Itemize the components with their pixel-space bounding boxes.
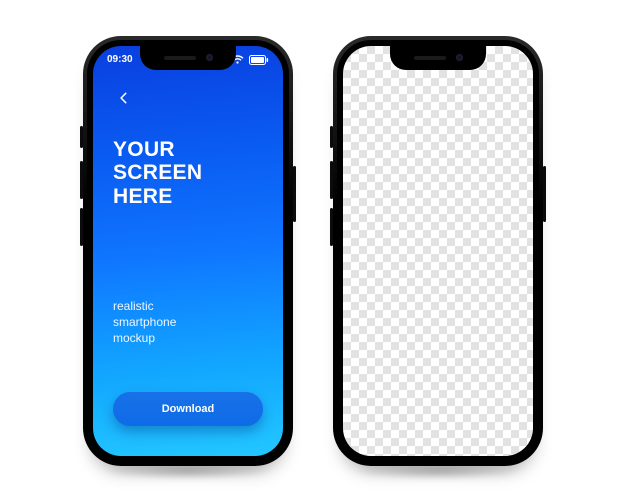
phone-screen-left: 09:30 — [93, 46, 283, 456]
power-button — [293, 166, 296, 222]
headline-line-2: SCREEN — [113, 161, 263, 185]
headline-line-3: HERE — [113, 185, 263, 209]
volume-up-button — [80, 161, 83, 199]
notch — [390, 46, 486, 70]
headline-line-1: YOUR — [113, 138, 263, 162]
cta-row: Download — [113, 392, 263, 434]
subtitle-block: realistic smartphone mockup — [113, 298, 263, 347]
download-button[interactable]: Download — [113, 392, 263, 426]
status-time: 09:30 — [107, 54, 133, 65]
screen-content: YOUR SCREEN HERE realistic smartphone mo… — [93, 46, 283, 456]
battery-icon — [249, 55, 269, 65]
mute-switch — [330, 126, 333, 148]
front-camera-icon — [206, 54, 213, 61]
chevron-left-icon — [117, 91, 131, 105]
phone-screen-right — [343, 46, 533, 456]
front-camera-icon — [456, 54, 463, 61]
volume-down-button — [330, 208, 333, 246]
phone-right — [333, 36, 543, 466]
mute-switch — [80, 126, 83, 148]
speaker-grille — [164, 56, 196, 60]
notch — [140, 46, 236, 70]
nav-bar — [113, 86, 263, 110]
download-button-label: Download — [162, 403, 215, 415]
speaker-grille — [414, 56, 446, 60]
mockup-stage: 09:30 — [0, 0, 626, 501]
phone-left: 09:30 — [83, 36, 293, 466]
subtitle-line-2: smartphone — [113, 314, 263, 330]
volume-up-button — [330, 161, 333, 199]
subtitle-line-1: realistic — [113, 298, 263, 314]
volume-down-button — [80, 208, 83, 246]
power-button — [543, 166, 546, 222]
headline-block: YOUR SCREEN HERE — [113, 138, 263, 209]
back-button[interactable] — [113, 87, 135, 109]
subtitle-line-3: mockup — [113, 330, 263, 346]
